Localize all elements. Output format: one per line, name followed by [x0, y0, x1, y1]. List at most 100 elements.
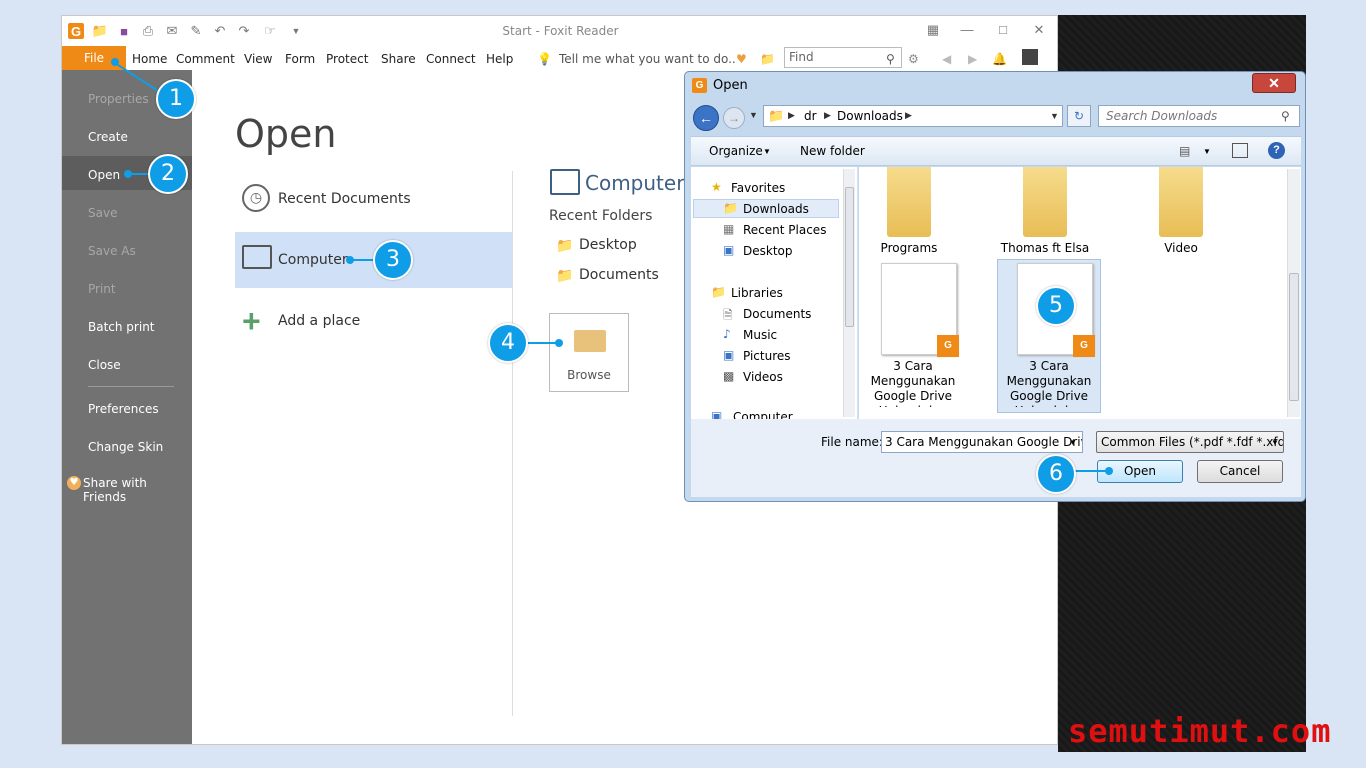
nav-favorites[interactable]: Favorites [731, 181, 785, 195]
file-programs[interactable]: Programs [859, 241, 959, 256]
nav-scrollbar-thumb[interactable] [845, 187, 854, 327]
menu-connect[interactable]: Connect [426, 52, 476, 66]
callout-3: 3 [373, 240, 413, 280]
nav-recent-places[interactable]: Recent Places [743, 223, 826, 237]
dialog-footer: File name: 3 Cara Menggunakan Google Dri… [691, 419, 1301, 497]
preview-pane-icon[interactable] [1232, 143, 1248, 158]
sidebar-item-change-skin[interactable]: Change Skin [88, 440, 163, 454]
heart-icon[interactable]: ♥ [736, 52, 747, 66]
nav-back-icon[interactable]: ◀ [942, 52, 951, 66]
nav-scrollbar[interactable] [843, 169, 855, 417]
view-options-icon[interactable]: ▤ [1179, 144, 1190, 158]
computer-heading: Computer [585, 171, 685, 195]
nav-libraries[interactable]: Libraries [731, 286, 783, 300]
clock-icon: ◷ [242, 184, 270, 212]
place-add-a-place[interactable]: Add a place [278, 313, 360, 329]
recent-folder-desktop[interactable]: Desktop [579, 237, 637, 253]
dialog-toolbar: Organize ▼ New folder ▤ ▼ ? [691, 136, 1301, 166]
recent-locations-icon[interactable]: ▼ [749, 110, 758, 120]
new-folder-button[interactable]: New folder [800, 144, 865, 158]
search-folder-icon[interactable]: 📁 [760, 52, 775, 66]
place-computer[interactable]: Computer [278, 252, 348, 268]
cancel-button[interactable]: Cancel [1197, 460, 1283, 483]
browse-button[interactable]: Browse [549, 313, 629, 392]
dialog-close-button[interactable]: ✕ [1252, 73, 1296, 93]
address-folder-icon: 📁 [768, 108, 785, 123]
menu-comment[interactable]: Comment [176, 52, 235, 66]
user-avatar-icon[interactable] [1022, 49, 1038, 65]
view-chevron-down-icon[interactable]: ▼ [1203, 147, 1211, 156]
maximize-button[interactable]: □ [992, 21, 1014, 39]
breadcrumb-dr[interactable]: dr [804, 109, 817, 123]
folder-programs-icon[interactable] [887, 167, 931, 237]
bell-icon[interactable]: 🔔 [992, 52, 1007, 66]
sidebar-item-preferences[interactable]: Preferences [88, 402, 159, 416]
nav-videos[interactable]: Videos [743, 370, 783, 384]
documents-icon: 🗎 [723, 308, 733, 322]
computer-icon [242, 245, 272, 269]
file-type-chevron-down-icon: ▼ [1271, 438, 1279, 447]
nav-pictures[interactable]: Pictures [743, 349, 791, 363]
menu-share[interactable]: Share [381, 52, 416, 66]
chevron-right-icon: ▶ [788, 110, 795, 120]
address-dropdown-icon[interactable]: ▼ [1050, 111, 1059, 121]
sidebar-item-save-as: Save As [88, 244, 136, 258]
file-pdf-2[interactable]: 3 Cara Menggunakan Google Drive Upload d… [999, 359, 1099, 407]
folder-thomas-ft-elsa-icon[interactable] [1023, 167, 1067, 237]
callout-1: 1 [156, 79, 196, 119]
close-window-button[interactable]: ✕ [1028, 21, 1050, 39]
search-input[interactable]: Search Downloads [1098, 105, 1300, 127]
file-type-select[interactable]: Common Files (*.pdf *.fdf *.xfdf [1096, 431, 1284, 453]
tell-me-box[interactable]: Tell me what you want to do.. [559, 52, 736, 66]
open-dialog: G Open ✕ ← → ▼ 📁 ▶ dr ▶ Downloads ▶ ▼ ↻ … [684, 71, 1306, 502]
callout-4-line [527, 342, 557, 344]
content-separator [512, 171, 513, 716]
nav-downloads[interactable]: Downloads [743, 202, 809, 216]
menu-home[interactable]: Home [132, 52, 167, 66]
page-title: Open [235, 112, 337, 156]
forward-arrow-icon[interactable]: → [723, 107, 745, 129]
settings-gear-icon[interactable]: ⚙ [908, 52, 919, 66]
find-search-icon[interactable]: ⚲ [886, 52, 895, 66]
refresh-icon[interactable]: ↻ [1067, 105, 1091, 127]
recent-folder-documents[interactable]: Documents [579, 267, 659, 283]
sidebar-item-open[interactable]: Open [88, 168, 120, 182]
file-thomas-ft-elsa[interactable]: Thomas ft Elsa [995, 241, 1095, 256]
nav-music[interactable]: Music [743, 328, 777, 342]
recent-places-icon: ▦ [723, 222, 735, 236]
sidebar-item-create[interactable]: Create [88, 130, 128, 144]
sidebar-item-share-with-friends[interactable]: Share with Friends [83, 476, 192, 504]
sidebar-item-close[interactable]: Close [88, 358, 121, 372]
file-name-dropdown-icon[interactable]: ▼ [1069, 438, 1077, 447]
back-arrow-icon[interactable]: ← [693, 105, 719, 131]
place-recent-documents[interactable]: Recent Documents [278, 191, 411, 207]
nav-forward-icon[interactable]: ▶ [968, 52, 977, 66]
menu-view[interactable]: View [244, 52, 272, 66]
file-scrollbar[interactable] [1287, 169, 1300, 417]
navigation-pane: ★ Favorites 📁 Downloads ▦ Recent Places … [691, 167, 858, 424]
file-video[interactable]: Video [1131, 241, 1231, 256]
nav-desktop[interactable]: Desktop [743, 244, 793, 258]
callout-5: 5 [1036, 286, 1076, 326]
menu-help[interactable]: Help [486, 52, 513, 66]
callout-4: 4 [488, 323, 528, 363]
help-icon[interactable]: ? [1268, 142, 1285, 159]
sidebar-item-batch-print[interactable]: Batch print [88, 320, 155, 334]
file-pdf-1[interactable]: 3 Cara Menggunakan Google Drive Upload d… [863, 359, 963, 407]
search-icon: ⚲ [1281, 109, 1290, 123]
nav-documents[interactable]: Documents [743, 307, 811, 321]
downloads-folder-icon: 📁 [723, 201, 738, 215]
minimize-button[interactable]: — [956, 21, 978, 39]
file-name-input[interactable]: 3 Cara Menggunakan Google Drive [881, 431, 1083, 453]
organize-button[interactable]: Organize [709, 144, 763, 158]
menu-protect[interactable]: Protect [326, 52, 368, 66]
folder-video-icon[interactable] [1159, 167, 1203, 237]
ribbon-layout-icon[interactable]: ▦ [922, 21, 944, 39]
address-bar[interactable]: 📁 ▶ dr ▶ Downloads ▶ ▼ [763, 105, 1063, 127]
window-title: Start - Foxit Reader [502, 24, 619, 38]
menu-form[interactable]: Form [285, 52, 315, 66]
breadcrumb-downloads[interactable]: Downloads [837, 109, 903, 123]
file-scrollbar-thumb[interactable] [1289, 273, 1299, 401]
chevron-right-icon: ▶ [905, 110, 912, 120]
find-input[interactable]: Find [784, 47, 902, 68]
